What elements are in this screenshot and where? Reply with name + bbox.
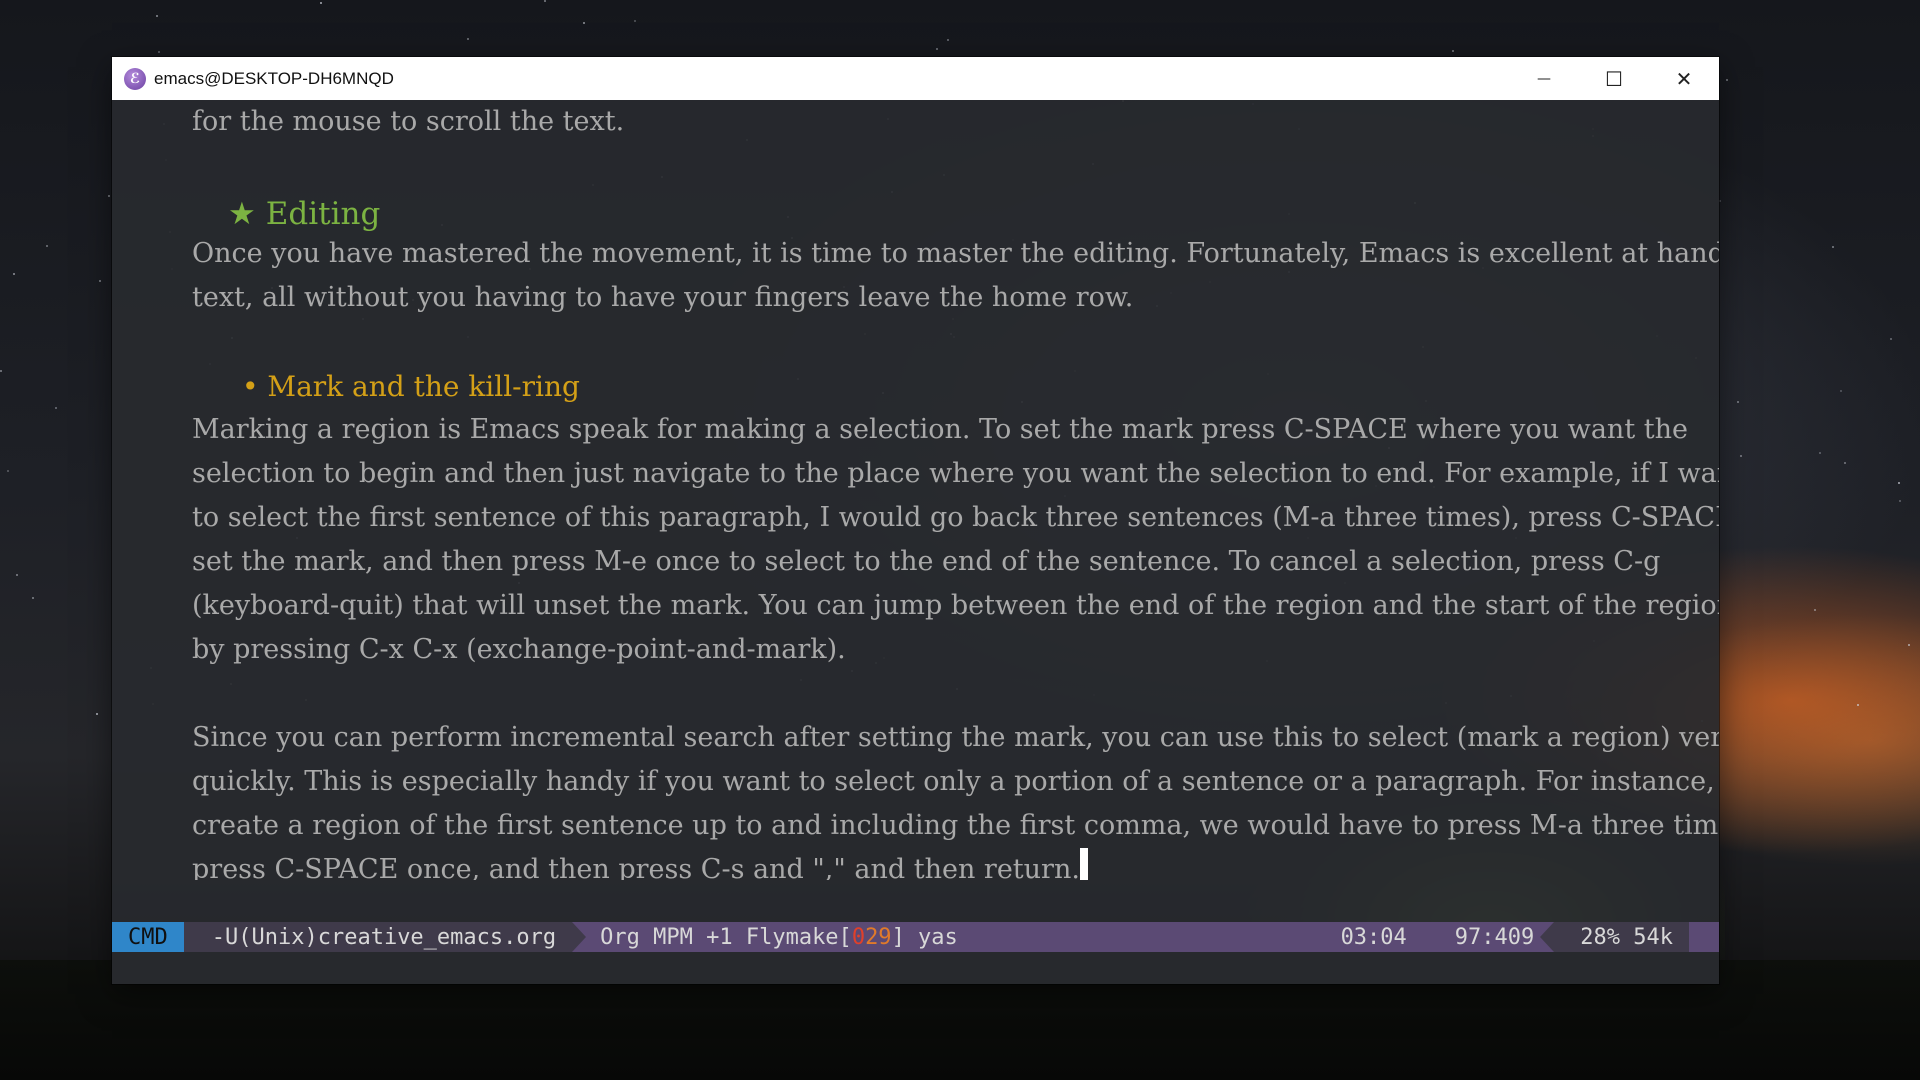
star-dot: [32, 597, 34, 599]
heading-text: Editing: [265, 196, 381, 232]
modeline-modes-segment: Org MPM +1 Flymake[0 29] yas 03:04 97:40…: [572, 925, 1554, 950]
buffer-line: by pressing C-x C-x (exchange-point-and-…: [192, 634, 846, 665]
flymake-warning-count[interactable]: 29: [865, 925, 892, 950]
star-dot: [1832, 246, 1834, 248]
minibuffer[interactable]: [112, 952, 1719, 984]
heading-text: Mark and the kill-ring: [267, 370, 580, 403]
star-dot: [1908, 644, 1910, 646]
star-dot: [1857, 704, 1859, 706]
buffer-line-text: press C-SPACE once, and then press C-s a…: [192, 854, 1080, 880]
star-dot: [156, 15, 158, 17]
window-title: emacs@DESKTOP-DH6MNQD: [154, 68, 394, 88]
star-dot: [320, 2, 322, 4]
star-dot: [1899, 500, 1901, 502]
mode-line: CMD -U(Unix) creative_emacs.org Org MPM …: [112, 922, 1719, 952]
star-dot: [0, 370, 2, 372]
star-dot: [936, 48, 938, 50]
emacs-app-icon: ℰ: [124, 67, 146, 90]
modeline-size-segment: 28% 54k: [1540, 922, 1689, 952]
star-bullet-icon: ★: [228, 196, 256, 232]
text-buffer[interactable]: for the mouse to scroll the text. ★ Editi…: [112, 100, 1719, 880]
star-dot: [467, 38, 469, 40]
cursor-position: 97:409: [1454, 924, 1535, 950]
star-dot: [108, 195, 110, 197]
buffer-line: for the mouse to scroll the text.: [192, 106, 625, 137]
window-controls: — ☐ ✕: [1509, 57, 1719, 100]
buffer-line: text, all without you having to have you…: [192, 282, 1134, 313]
star-dot: [1898, 482, 1900, 484]
star-dot: [46, 245, 48, 247]
buffer-line: set the mark, and then press M-e once to…: [192, 546, 1661, 577]
star-dot: [1890, 338, 1892, 340]
buffer-filename[interactable]: creative_emacs.org: [318, 925, 556, 950]
star-dot: [1726, 79, 1728, 81]
star-dot: [1840, 390, 1842, 392]
star-dot: [1719, 200, 1721, 202]
emacs-window[interactable]: ℰ emacs@DESKTOP-DH6MNQD — ☐ ✕ for the mo…: [112, 57, 1719, 984]
org-heading-level1[interactable]: ★ Editing: [192, 188, 1642, 232]
star-dot: [1819, 452, 1821, 454]
star-dot: [13, 273, 15, 275]
title-bar[interactable]: ℰ emacs@DESKTOP-DH6MNQD — ☐ ✕: [112, 57, 1719, 100]
buffer-line-with-cursor: press C-SPACE once, and then press C-s a…: [192, 848, 1642, 880]
star-dot: [1737, 401, 1739, 403]
star-dot: [1814, 609, 1816, 611]
star-dot: [1452, 50, 1454, 52]
star-dot: [583, 22, 585, 24]
encoding-indicator: -U(Unix): [211, 924, 318, 950]
star-dot: [99, 280, 101, 282]
star-dot: [96, 713, 98, 715]
close-icon[interactable]: ✕: [1649, 57, 1719, 100]
buffer-line: (keyboard-quit) that will unset the mark…: [192, 590, 1719, 621]
dot-bullet-icon: •: [242, 370, 259, 403]
star-dot: [1844, 462, 1846, 464]
buffer-line: Once you have mastered the movement, it …: [192, 238, 1719, 269]
star-dot: [544, 0, 546, 2]
flymake-error-count[interactable]: 0: [852, 925, 865, 950]
star-dot: [1740, 455, 1742, 457]
modeline-time: 03:04: [1340, 924, 1407, 950]
modes-list[interactable]: Org MPM +1 Flymake[: [600, 925, 852, 950]
star-dot: [947, 39, 949, 41]
maximize-icon[interactable]: ☐: [1579, 57, 1649, 100]
buffer-line: Marking a region is Emacs speak for maki…: [192, 414, 1688, 445]
buffer-line: create a region of the first sentence up…: [192, 810, 1719, 841]
star-dot: [634, 20, 636, 22]
modeline-tail: [1689, 922, 1719, 952]
buffer-line: to select the first sentence of this par…: [192, 502, 1719, 533]
text-cursor: [1079, 848, 1088, 880]
buffer-content[interactable]: for the mouse to scroll the text. ★ Editi…: [192, 100, 1719, 880]
star-dot: [55, 407, 57, 409]
star-dot: [7, 470, 9, 472]
minimize-icon[interactable]: —: [1509, 57, 1579, 100]
modes-list-suffix: ] yas: [891, 924, 958, 950]
org-heading-level2[interactable]: • Mark and the kill-ring: [192, 364, 1642, 408]
star-dot: [158, 51, 160, 53]
modeline-file-segment: -U(Unix) creative_emacs.org: [183, 922, 587, 952]
buffer-line: Since you can perform incremental search…: [192, 722, 1719, 753]
evil-state-badge: CMD: [112, 922, 198, 952]
star-dot: [16, 574, 18, 576]
buffer-line: selection to begin and then just navigat…: [192, 458, 1719, 489]
buffer-line: quickly. This is especially handy if you…: [192, 766, 1719, 797]
